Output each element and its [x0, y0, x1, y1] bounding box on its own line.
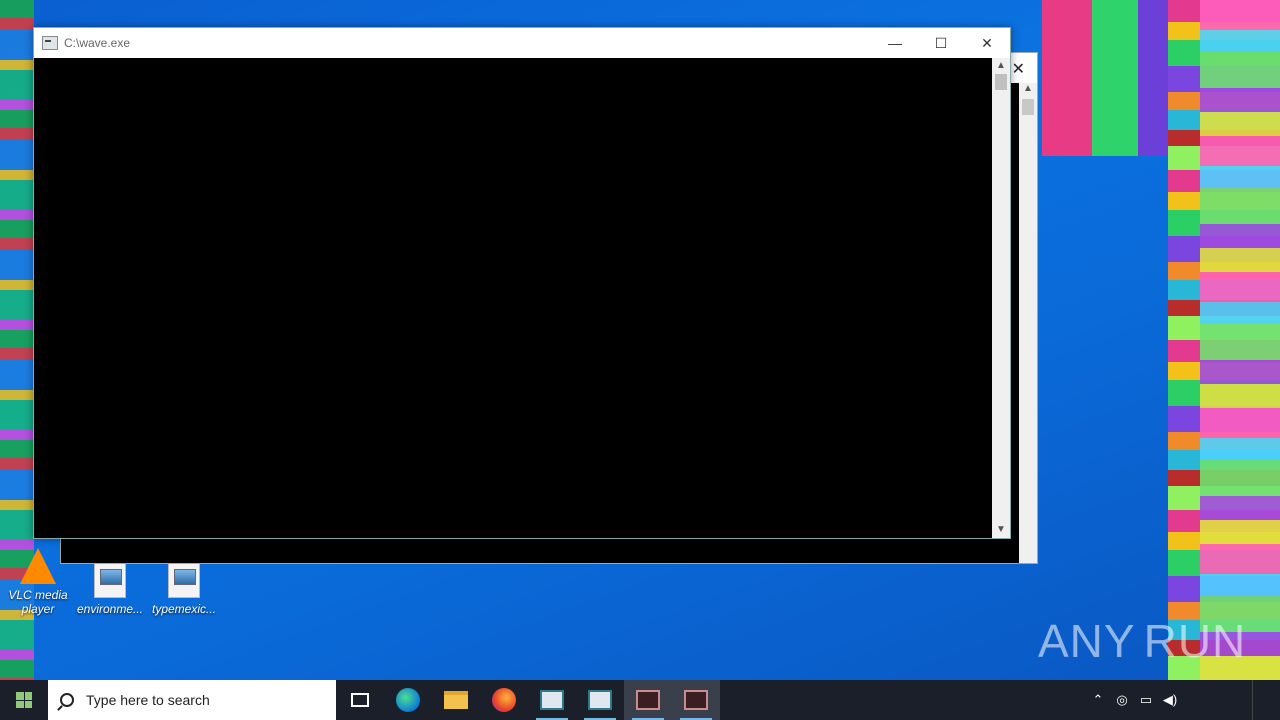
taskbar-search-box[interactable]: Type here to search — [48, 680, 336, 720]
search-placeholder: Type here to search — [86, 692, 210, 708]
console-scrollbar[interactable]: ▲ ▼ — [992, 58, 1010, 538]
close-button[interactable]: ✕ — [964, 28, 1010, 58]
taskbar-console-2[interactable] — [576, 680, 624, 720]
taskbar-film-1[interactable] — [624, 680, 672, 720]
scroll-up-arrow-icon[interactable]: ▲ — [992, 58, 1010, 74]
console-app-icon — [588, 690, 612, 710]
desktop-icon-label: typemexic... — [151, 602, 217, 616]
desktop-icon-label: environme... — [76, 602, 144, 616]
taskbar-firefox[interactable] — [480, 680, 528, 720]
window-title: C:\wave.exe — [64, 36, 131, 50]
scroll-up-arrow-icon[interactable]: ▲ — [1019, 83, 1037, 99]
taskbar: Type here to search ⌃ ◎ ▭ ◀) — [0, 680, 1280, 720]
glitch-strip-far-right — [1200, 0, 1280, 680]
volume-icon[interactable]: ◀) — [1158, 692, 1182, 708]
notification-center-button[interactable] — [1252, 680, 1280, 720]
back-window-close-button[interactable]: ✕ — [1012, 59, 1025, 79]
desktop-icon-environment-file[interactable]: environme... — [72, 560, 148, 616]
desktop-icon-label: VLC media player — [8, 588, 68, 616]
firefox-icon — [492, 688, 516, 712]
taskbar-edge[interactable] — [384, 680, 432, 720]
desktop-icon-typemexic-file[interactable]: typemexic... — [146, 560, 222, 616]
watermark-left-text: ANY — [1038, 615, 1136, 667]
console-app-icon — [42, 36, 58, 50]
folder-icon — [444, 691, 468, 709]
task-view-icon — [351, 693, 369, 707]
console-titlebar[interactable]: C:\wave.exe — ☐ ✕ — [34, 28, 1010, 58]
console-app-icon — [540, 690, 564, 710]
desktop: VLC media player environme... typemexic.… — [0, 0, 1280, 680]
show-hidden-icons-chevron-icon[interactable]: ⌃ — [1086, 692, 1110, 708]
scroll-thumb[interactable] — [1022, 99, 1034, 115]
network-icon[interactable]: ▭ — [1134, 692, 1158, 708]
taskbar-film-2[interactable] — [672, 680, 720, 720]
anyrun-watermark: ANY RUN — [1038, 606, 1245, 676]
scroll-thumb[interactable] — [995, 74, 1007, 90]
edge-icon — [396, 688, 420, 712]
film-app-icon — [684, 690, 708, 710]
search-icon — [60, 693, 74, 707]
taskbar-file-explorer[interactable] — [432, 680, 480, 720]
system-tray: ⌃ ◎ ▭ ◀) — [1086, 680, 1280, 720]
back-window-scrollbar[interactable]: ▲ — [1019, 83, 1037, 563]
taskbar-console-1[interactable] — [528, 680, 576, 720]
scroll-down-arrow-icon[interactable]: ▼ — [992, 522, 1010, 538]
start-button[interactable] — [0, 680, 48, 720]
image-file-icon — [94, 560, 126, 598]
task-view-button[interactable] — [336, 680, 384, 720]
windows-logo-icon — [16, 692, 32, 708]
film-app-icon — [636, 690, 660, 710]
glitch-strip-top-right — [1042, 0, 1170, 156]
maximize-button[interactable]: ☐ — [918, 28, 964, 58]
image-file-icon — [168, 560, 200, 598]
console-output-area[interactable] — [34, 58, 992, 538]
vlc-icon — [20, 548, 56, 584]
tray-app-icon[interactable]: ◎ — [1110, 692, 1134, 708]
watermark-right-text: RUN — [1143, 615, 1247, 667]
console-window[interactable]: C:\wave.exe — ☐ ✕ ▲ ▼ — [33, 27, 1011, 539]
minimize-button[interactable]: — — [872, 28, 918, 58]
